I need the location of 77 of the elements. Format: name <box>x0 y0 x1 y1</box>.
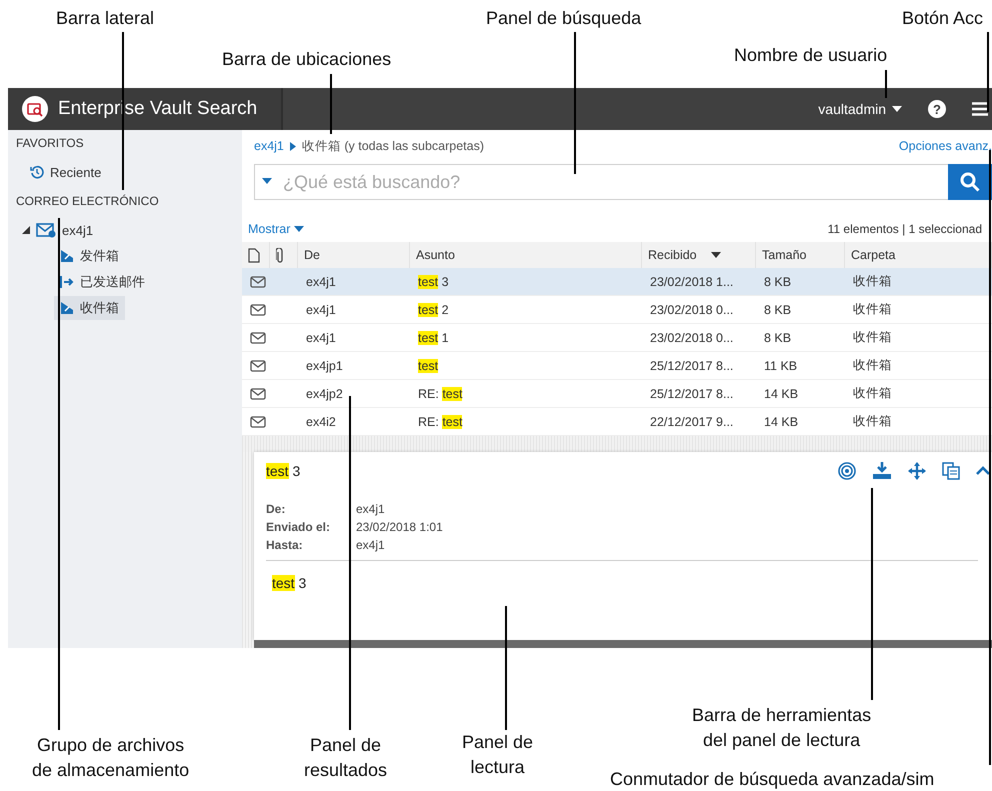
mailbox-icon <box>36 222 56 238</box>
caret-icon <box>710 252 721 258</box>
table-cell: 8 KB <box>756 268 845 296</box>
advanced-options-link[interactable]: Opciones avanz. <box>898 139 992 153</box>
sent-folder-icon <box>60 275 74 289</box>
search-icon <box>960 172 980 192</box>
search-field[interactable]: ¿Qué está buscando? <box>254 164 948 200</box>
callout-label: Nombre de usuario <box>734 44 888 67</box>
logo-icon <box>22 96 48 122</box>
envelope-icon <box>250 276 266 288</box>
column-header[interactable]: De <box>298 242 410 268</box>
message-body: test 3 <box>272 575 306 591</box>
table-cell: ex4j1 <box>298 268 410 296</box>
envelope-icon <box>250 304 266 316</box>
field-label: Enviado el: <box>266 520 332 534</box>
history-icon <box>30 165 44 179</box>
field-value: 23/02/2018 1:01 <box>356 520 444 534</box>
leader-line <box>885 70 887 98</box>
tree-item[interactable]: 已发送邮件 <box>54 270 151 294</box>
callout-label: Panel de búsqueda <box>486 7 642 30</box>
paperclip-icon <box>276 248 284 262</box>
column-header[interactable]: Recibido <box>642 242 756 268</box>
help-button[interactable]: ? <box>928 100 946 118</box>
search-options-button[interactable] <box>262 178 272 184</box>
search-button[interactable] <box>948 164 992 200</box>
callout-label: Barra lateral <box>56 7 154 30</box>
tree-item[interactable]: ex4j1 <box>16 218 100 242</box>
document-icon <box>248 248 260 262</box>
caret-icon <box>262 178 272 184</box>
download-icon[interactable] <box>872 462 892 480</box>
expand-icon[interactable] <box>22 226 30 234</box>
envelope-icon <box>250 360 266 372</box>
type-column-header[interactable] <box>242 242 270 268</box>
callout-label: Barra de herramientas del panel de lectura <box>692 704 872 752</box>
field-value: ex4j1 <box>356 502 386 516</box>
copy-icon[interactable] <box>942 462 960 480</box>
chevron-icon <box>290 142 296 150</box>
column-header[interactable]: Carpeta <box>845 242 992 268</box>
folder-icon <box>60 301 74 315</box>
caret-icon <box>294 226 304 232</box>
app-title: Enterprise Vault Search <box>58 98 258 120</box>
table-cell: test 3 <box>410 268 642 296</box>
field-label: Hasta: <box>266 538 304 552</box>
breadcrumb-link[interactable]: ex4j1 <box>254 139 284 153</box>
tree-item[interactable]: 发件箱 <box>54 244 125 268</box>
callout-label: Panel de lectura <box>462 731 534 779</box>
move-icon[interactable] <box>908 462 926 480</box>
target-icon[interactable] <box>838 462 856 480</box>
envelope-icon <box>250 332 266 344</box>
table-cell: 收件箱 <box>845 268 992 296</box>
collapse-icon[interactable] <box>976 466 990 476</box>
sidebar-item[interactable]: Reciente <box>24 160 108 184</box>
attachment-column-header[interactable] <box>270 242 298 268</box>
menu-button[interactable] <box>972 102 988 116</box>
item-count: 11 elementos | 1 seleccionad <box>828 222 982 236</box>
message-title: test 3 <box>266 463 300 479</box>
callout-label: Botón Acc <box>902 7 984 30</box>
show-menu[interactable]: Mostrar <box>248 222 304 236</box>
section-heading: CORREO ELECTRÓNICO <box>16 194 160 208</box>
callout-label: Grupo de archivos de almacenamiento <box>32 734 190 782</box>
folder-icon <box>60 249 74 263</box>
column-header[interactable]: Asunto <box>410 242 642 268</box>
breadcrumb-path: 收件箱 (y todas las subcarpetas) <box>302 138 484 154</box>
user-menu[interactable]: vaultadmin <box>818 101 902 117</box>
caret-icon <box>892 106 902 112</box>
callout-label: Panel de resultados <box>304 734 388 782</box>
callout-label: Conmutador de búsqueda avanzada/sim <box>610 768 934 791</box>
field-value: ex4j1 <box>356 538 386 552</box>
tree-item[interactable]: 收件箱 <box>54 296 125 320</box>
table-cell: 23/02/2018 1... <box>642 268 756 296</box>
envelope-icon <box>250 416 266 428</box>
section-heading: FAVORITOS <box>16 136 85 150</box>
field-label: De: <box>266 502 286 516</box>
leader-line <box>330 74 332 134</box>
callout-label: Barra de ubicaciones <box>222 48 392 71</box>
column-header[interactable]: Tamaño <box>756 242 845 268</box>
envelope-icon <box>250 388 266 400</box>
